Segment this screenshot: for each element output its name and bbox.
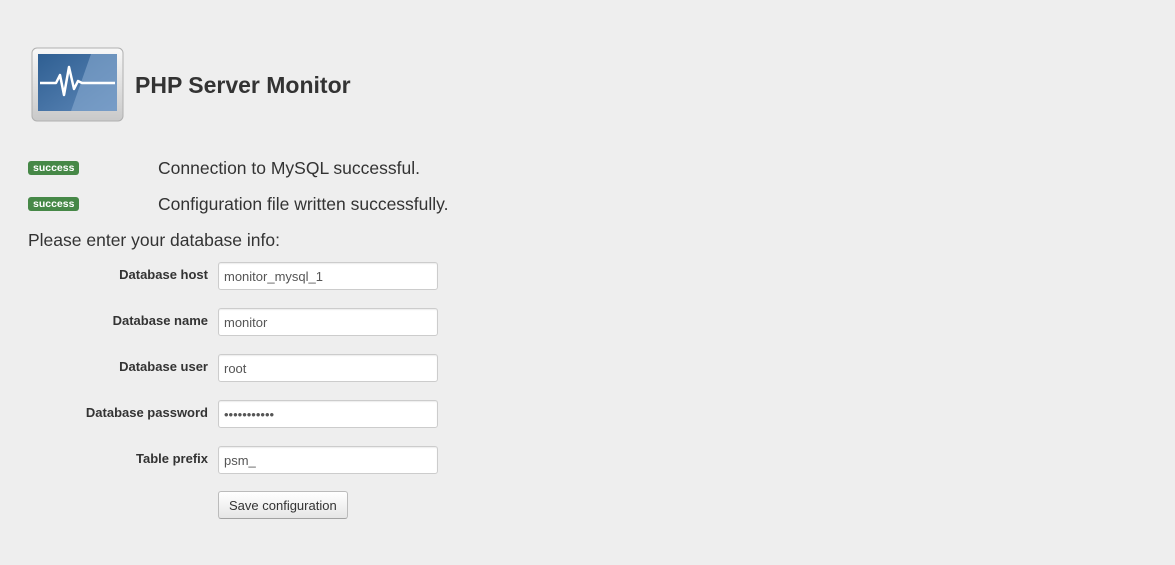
table-prefix-input[interactable] (218, 446, 438, 474)
database-user-input[interactable] (218, 354, 438, 382)
server-monitor-logo-icon (31, 47, 124, 122)
database-password-label: Database password (85, 405, 208, 420)
form-row-table-prefix: Table prefix (0, 446, 460, 474)
database-password-input[interactable] (218, 400, 438, 428)
status-text: Connection to MySQL successful. (158, 158, 420, 178)
form-intro: Please enter your database info: (28, 230, 280, 250)
save-configuration-button[interactable]: Save configuration (218, 491, 348, 519)
install-page: PHP Server Monitor success Connection to… (0, 0, 1175, 565)
status-text: Configuration file written successfully. (158, 194, 449, 214)
success-badge: success (28, 161, 80, 175)
database-name-input[interactable] (218, 308, 438, 336)
database-user-label: Database user (119, 359, 208, 374)
table-prefix-label: Table prefix (135, 451, 208, 466)
form-row-database-user: Database user (0, 354, 460, 382)
database-host-input[interactable] (218, 262, 438, 290)
form-row-database-password: Database password (0, 400, 460, 428)
status-message-config: success Configuration file written succe… (28, 193, 728, 214)
status-message-mysql: success Connection to MySQL successful. (28, 157, 728, 178)
app-title: PHP Server Monitor (135, 72, 351, 98)
database-name-label: Database name (112, 313, 208, 328)
form-row-database-host: Database host (0, 262, 460, 290)
database-host-label: Database host (119, 267, 208, 282)
success-badge: success (28, 197, 80, 211)
form-row-database-name: Database name (0, 308, 460, 336)
